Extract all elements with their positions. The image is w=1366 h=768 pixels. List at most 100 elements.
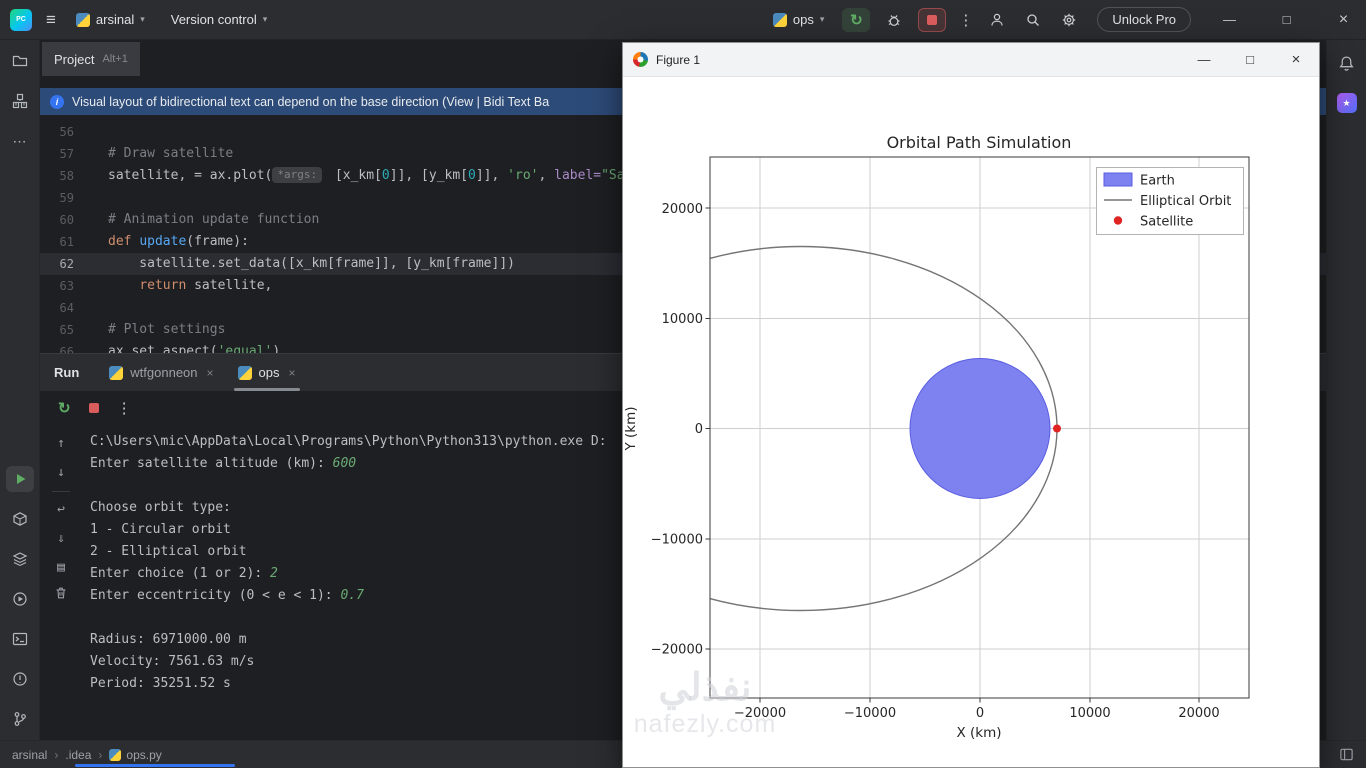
stop-button[interactable]: [918, 7, 947, 32]
structure-icon: [12, 93, 27, 109]
search-everywhere-button[interactable]: [1021, 8, 1045, 32]
scroll-down-icon[interactable]: ↓: [57, 462, 65, 484]
svg-text:0: 0: [695, 422, 703, 437]
package-cube-icon: [12, 512, 27, 526]
trash-icon: [56, 587, 66, 599]
window-minimize-button[interactable]: —: [1207, 0, 1252, 40]
project-selector[interactable]: arsinal ▾: [70, 8, 151, 31]
legend: Earth Elliptical Orbit Satellite: [1096, 167, 1244, 235]
version-control-tool-button[interactable]: [6, 706, 34, 732]
code-text: satellite, = ax.plot(*args: [x_km[0]], […: [108, 167, 625, 183]
unlock-pro-button[interactable]: Unlock Pro: [1097, 7, 1191, 32]
legend-satellite-label: Satellite: [1140, 215, 1193, 230]
line-number: 65: [59, 323, 74, 337]
breadcrumb-file[interactable]: ops.py: [109, 748, 162, 762]
breadcrumb-folder[interactable]: .idea: [65, 748, 91, 762]
stop-icon: [927, 14, 938, 25]
figure-window-controls: — □ ×: [1181, 43, 1319, 76]
line-number: 60: [59, 213, 74, 227]
soft-wrap-icon[interactable]: ↩: [57, 499, 65, 521]
figure-minimize-button[interactable]: —: [1181, 43, 1227, 76]
line-number: 66: [59, 345, 74, 353]
figure-canvas[interactable]: Orbital Path Simulation 20000 10000 0 −1…: [623, 77, 1319, 767]
plot-svg: Orbital Path Simulation 20000 10000 0 −1…: [623, 133, 1250, 741]
more-tool-windows-button[interactable]: ⋯: [6, 128, 34, 154]
window-maximize-button[interactable]: □: [1264, 0, 1309, 40]
code-text: def update(frame):: [108, 234, 249, 249]
left-tool-stripe: ⋯: [0, 40, 40, 740]
figure-window[interactable]: Figure 1 — □ × Orbital Path Simulation 2…: [622, 42, 1320, 768]
run-tab-ops[interactable]: ops ×: [226, 354, 308, 391]
project-tab-shortcut: Alt+1: [102, 53, 128, 65]
line-number: 56: [59, 125, 74, 139]
project-tool-window-tab[interactable]: Project Alt+1: [42, 42, 140, 76]
console-more-options-icon[interactable]: ⋮: [117, 399, 132, 417]
figure-maximize-button[interactable]: □: [1227, 43, 1273, 76]
git-branch-icon: [14, 712, 26, 726]
terminal-tool-button[interactable]: [6, 626, 34, 652]
right-tool-stripe: ★: [1326, 40, 1366, 740]
progress-bar: [75, 764, 235, 767]
run-icon: [16, 474, 25, 484]
services-icon: [12, 592, 27, 606]
figure-title: Figure 1: [656, 52, 701, 67]
structure-tool-button[interactable]: [6, 88, 34, 114]
profile-button[interactable]: [985, 8, 1009, 32]
python-icon: [75, 12, 90, 27]
window-close-button[interactable]: ×: [1321, 0, 1366, 40]
more-actions-icon[interactable]: ⋮: [958, 11, 973, 29]
settings-button[interactable]: [1057, 8, 1081, 32]
y-tick-labels: 20000 10000 0 −10000 −20000: [651, 202, 703, 658]
run-config-name: ops: [792, 12, 814, 27]
python-icon: [772, 12, 787, 27]
close-icon[interactable]: ×: [289, 366, 296, 380]
project-tool-button[interactable]: [6, 48, 34, 74]
satellite-dot: [1053, 424, 1061, 433]
code-text: # Draw satellite: [108, 146, 234, 161]
line-number: 61: [59, 235, 74, 249]
scroll-up-icon[interactable]: ↑: [57, 433, 65, 455]
vcs-widget[interactable]: Version control ▾: [165, 8, 274, 31]
main-menu-icon[interactable]: ≡: [46, 11, 56, 28]
svg-text:20000: 20000: [1178, 706, 1219, 721]
python-icon: [109, 748, 122, 761]
figure-titlebar[interactable]: Figure 1 — □ ×: [623, 43, 1319, 77]
rerun-button[interactable]: ↻: [58, 399, 71, 417]
stop-process-button[interactable]: [88, 403, 99, 413]
breadcrumb-project[interactable]: arsinal: [12, 748, 47, 762]
project-name: arsinal: [95, 12, 135, 27]
notifications-button[interactable]: [1333, 50, 1361, 76]
problems-tool-button[interactable]: [6, 666, 34, 692]
y-axis-label: Y (km): [623, 406, 639, 451]
legend-earth-swatch: [1103, 172, 1133, 187]
run-tool-button[interactable]: [5, 466, 34, 492]
titlebar-left: PC ≡ arsinal ▾ Version control ▾: [0, 8, 273, 31]
services-tool-button[interactable]: [6, 586, 34, 612]
banner-text: Visual layout of bidirectional text can …: [72, 94, 550, 109]
print-icon[interactable]: ▤: [57, 557, 65, 579]
clear-console-icon[interactable]: [54, 586, 68, 600]
run-tab-wtfgonneon[interactable]: wtfgonneon ×: [97, 354, 225, 391]
figure-close-button[interactable]: ×: [1273, 43, 1319, 76]
line-number: 63: [59, 279, 74, 293]
layout-icon[interactable]: [1339, 747, 1354, 762]
line-number: 57: [59, 147, 74, 161]
run-button[interactable]: ↻: [842, 7, 871, 32]
run-config-selector[interactable]: ops ▾: [767, 8, 831, 31]
svg-text:−20000: −20000: [651, 643, 703, 658]
code-text: # Animation update function: [108, 212, 320, 227]
close-icon[interactable]: ×: [207, 366, 214, 380]
python-packages-tool-button[interactable]: [6, 506, 34, 532]
ai-assistant-icon: ★: [1336, 93, 1357, 113]
svg-text:20000: 20000: [662, 202, 703, 217]
debug-button[interactable]: [882, 8, 906, 32]
earth-circle: [909, 358, 1051, 499]
ai-assistant-button[interactable]: ★: [1333, 90, 1361, 116]
plot-title: Orbital Path Simulation: [887, 133, 1072, 152]
search-icon: [1027, 13, 1040, 26]
svg-text:−10000: −10000: [844, 706, 896, 721]
legend-earth-label: Earth: [1140, 174, 1175, 189]
dependencies-tool-button[interactable]: [6, 546, 34, 572]
pycharm-logo[interactable]: PC: [10, 8, 32, 31]
scroll-to-end-icon[interactable]: ⇓: [57, 528, 65, 550]
